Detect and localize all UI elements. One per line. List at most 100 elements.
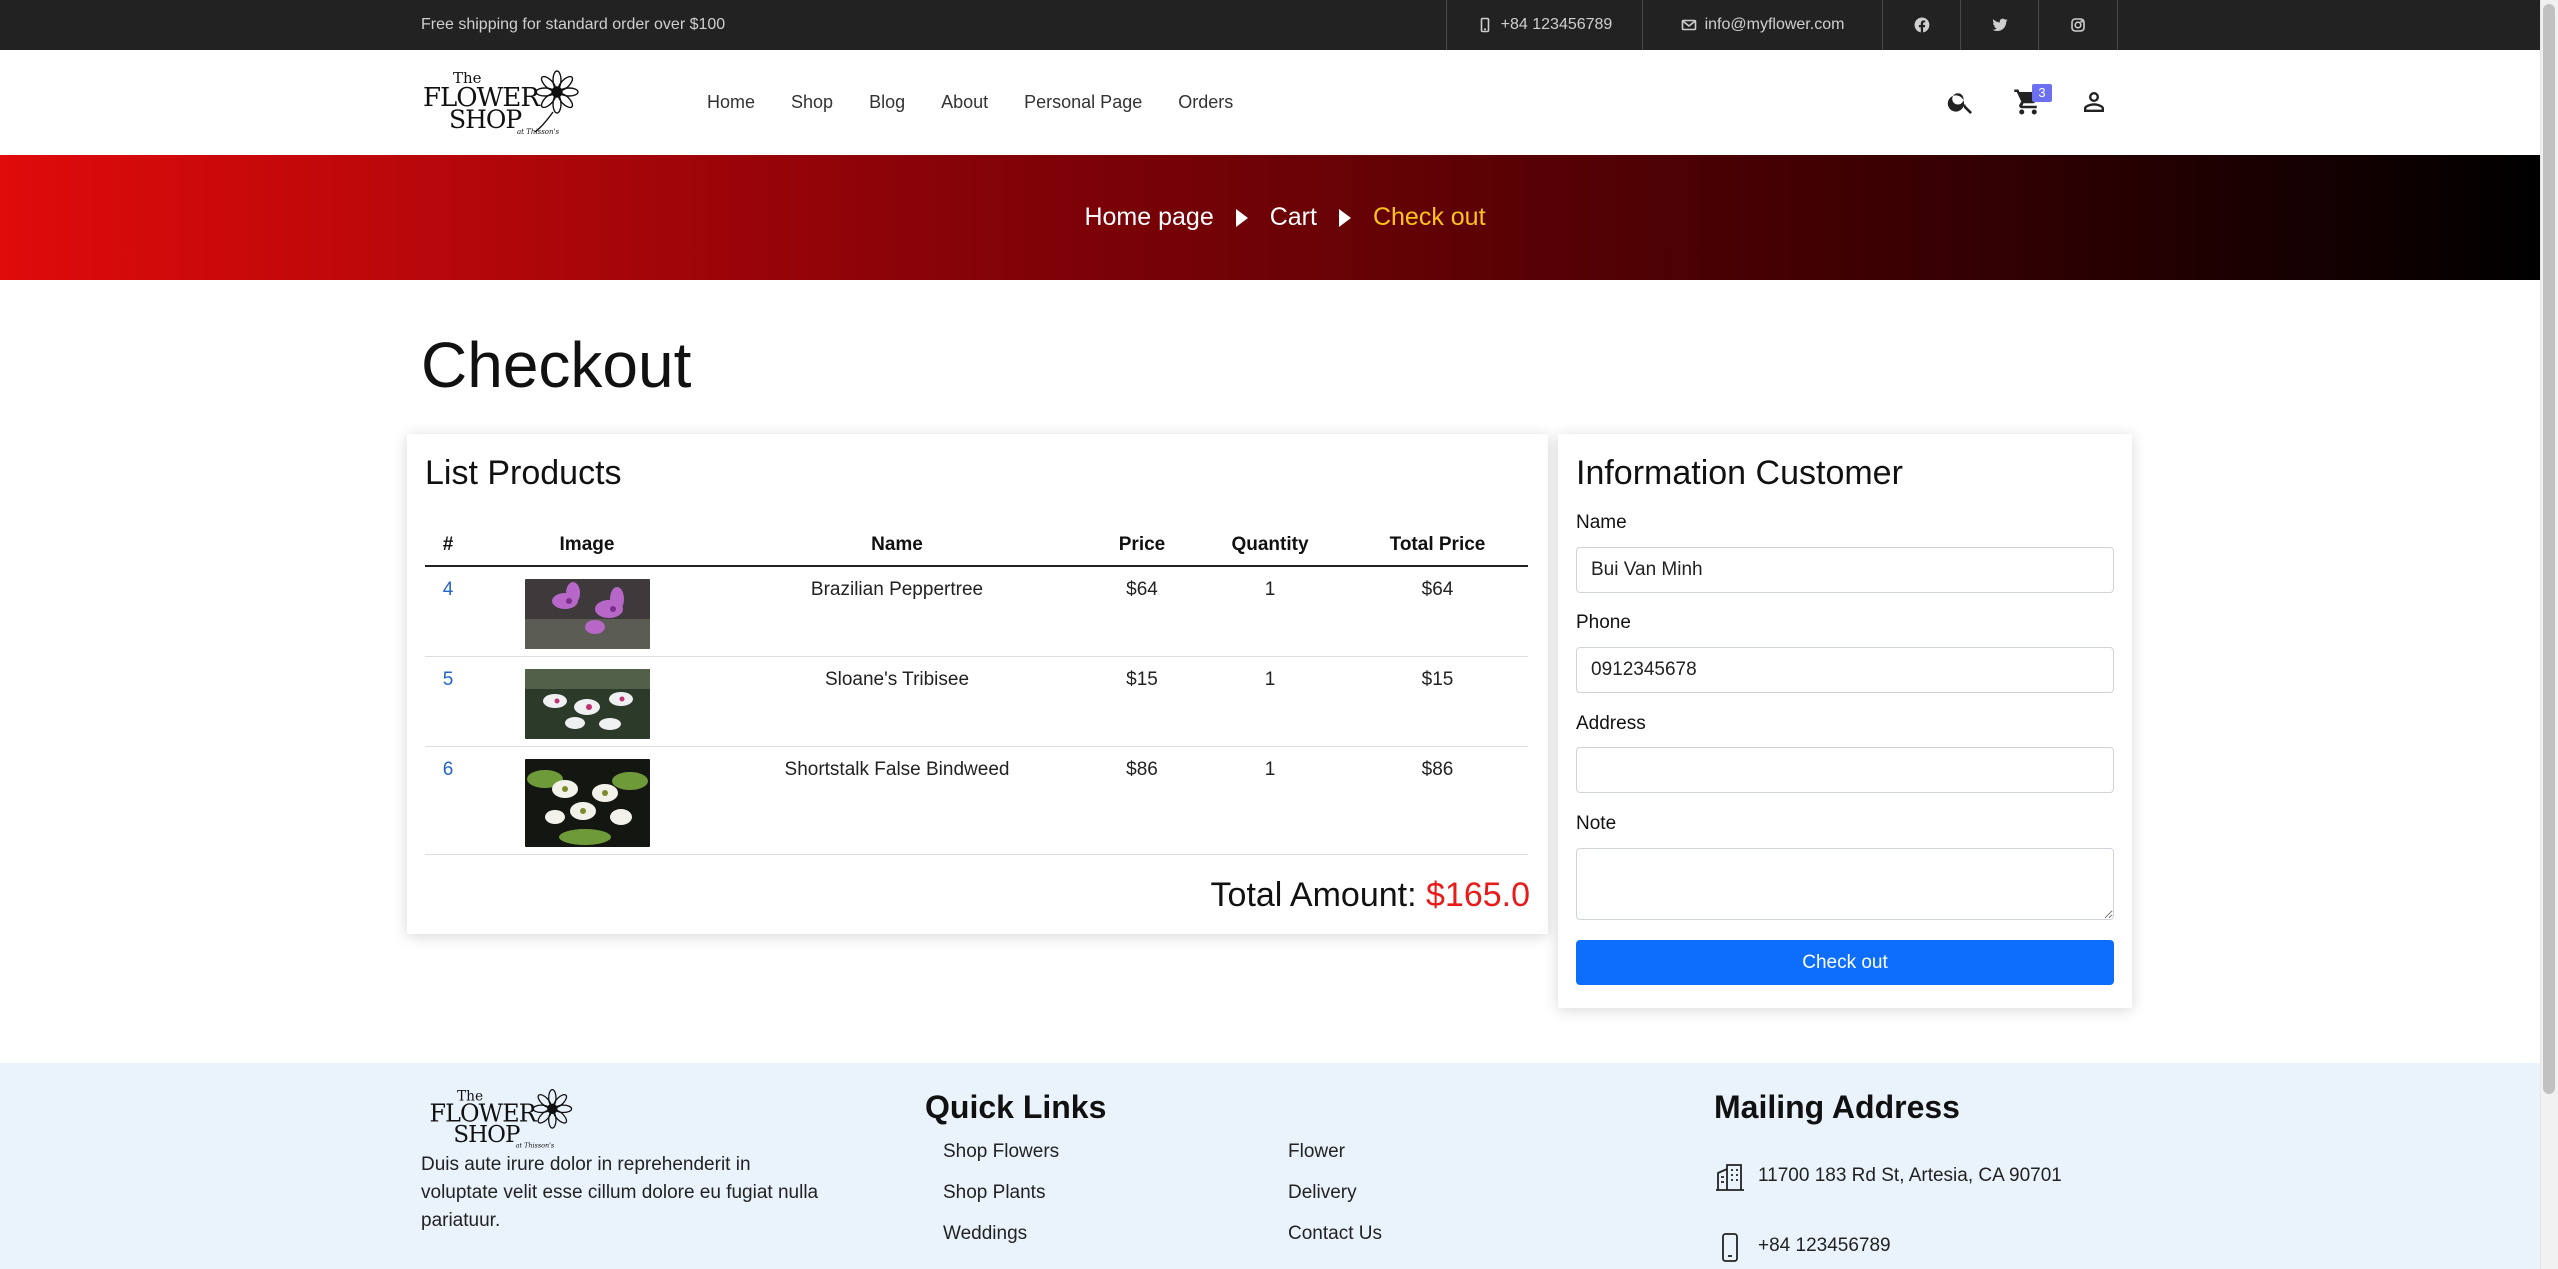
row-name: Brazilian Peppertree [703, 566, 1091, 657]
nav-home[interactable]: Home [707, 92, 755, 113]
products-table: # Image Name Price Quantity Total Price … [425, 524, 1528, 855]
building-icon [1714, 1161, 1746, 1193]
nav-personal-page[interactable]: Personal Page [1024, 92, 1142, 113]
daisy-icon [532, 1088, 573, 1129]
breadcrumb-banner: Home page Cart Check out [0, 155, 2540, 280]
account-button[interactable] [2074, 82, 2114, 122]
nav-shop[interactable]: Shop [791, 92, 833, 113]
footer-phone: +84 123456789 [1758, 1235, 1891, 1256]
shipping-notice: Free shipping for standard order over $1… [421, 16, 726, 33]
footer-link-weddings[interactable]: Weddings [943, 1223, 1027, 1245]
row-name: Sloane's Tribisee [703, 656, 1091, 747]
topbar-phone-text: +84 123456789 [1500, 16, 1613, 33]
twitter-icon [1992, 18, 2007, 32]
phone-label: Phone [1576, 612, 1631, 633]
logo-line-3: SHOP [449, 105, 521, 134]
footer-link-contact-us[interactable]: Contact Us [1288, 1223, 1382, 1245]
phone-input[interactable] [1576, 647, 2114, 693]
mailing-address-title: Mailing Address [1714, 1089, 1960, 1125]
address-input[interactable] [1576, 747, 2114, 793]
row-name: Shortstalk False Bindweed [703, 746, 1091, 855]
footer-logo-line-4: at Thisson's [516, 1141, 555, 1149]
row-image-cell [471, 746, 703, 855]
footer-logo[interactable]: The FLOWER SHOP at Thisson's [421, 1085, 581, 1151]
row-total: $64 [1347, 566, 1528, 657]
site-header: The FLOWER SHOP at Thisson's Home Shop B… [0, 50, 2540, 155]
name-input[interactable] [1576, 547, 2114, 593]
col-price: Price [1091, 524, 1193, 567]
total-amount-label: Total Amount: [1210, 876, 1417, 914]
row-image-cell [471, 566, 703, 657]
footer-link-shop-plants[interactable]: Shop Plants [943, 1182, 1045, 1204]
breadcrumb: Home page Cart Check out [1084, 203, 1485, 232]
note-textarea[interactable] [1576, 848, 2114, 920]
products-heading: List Products [425, 454, 622, 492]
instagram-link[interactable] [2038, 0, 2117, 50]
footer-description: Duis aute irure dolor in reprehenderit i… [421, 1154, 819, 1231]
facebook-link[interactable] [1882, 0, 1960, 50]
breadcrumb-home[interactable]: Home page [1084, 203, 1213, 232]
search-button[interactable] [1941, 82, 1981, 122]
col-total-price: Total Price [1347, 524, 1528, 567]
main-nav: Home Shop Blog About Personal Page Order… [707, 50, 1269, 155]
col-id: # [425, 524, 471, 567]
row-price: $86 [1091, 746, 1193, 855]
row-id[interactable]: 5 [425, 656, 471, 747]
breadcrumb-arrow-icon [1338, 208, 1351, 227]
flower-shop-logo[interactable]: The FLOWER SHOP at Thisson's [421, 66, 581, 138]
name-label: Name [1576, 512, 1627, 533]
footer-link-delivery[interactable]: Delivery [1288, 1182, 1357, 1204]
breadcrumb-current: Check out [1372, 203, 1486, 231]
scrollbar-thumb[interactable] [2543, 4, 2555, 1094]
row-total: $86 [1347, 746, 1528, 855]
cart-button[interactable]: 3 [2008, 82, 2052, 122]
nav-about[interactable]: About [941, 92, 988, 113]
topbar-phone[interactable]: +84 123456789 [1446, 0, 1642, 50]
user-icon [2084, 92, 2104, 112]
topbar-email[interactable]: info@myflower.com [1642, 0, 1882, 50]
nav-orders[interactable]: Orders [1178, 92, 1233, 113]
breadcrumb-cart[interactable]: Cart [1270, 203, 1317, 232]
customer-info-card: Information Customer Name Phone Address … [1558, 434, 2132, 1008]
row-quantity: 1 [1193, 656, 1347, 747]
footer-link-shop-flowers[interactable]: Shop Flowers [943, 1141, 1059, 1163]
product-image [524, 579, 650, 649]
nav-blog[interactable]: Blog [869, 92, 905, 113]
table-row: 4 Brazilian Peppertree $64 1 $64 [425, 566, 1528, 657]
customer-heading: Information Customer [1576, 454, 1903, 492]
table-row: 5 Sloane's Tribisee $15 1 $15 [425, 656, 1528, 747]
checkout-button[interactable]: Check out [1576, 940, 2114, 985]
note-label: Note [1576, 813, 1617, 834]
footer-logo-line-3: SHOP [453, 1122, 520, 1148]
row-id[interactable]: 4 [425, 566, 471, 657]
product-image [524, 668, 650, 739]
row-price: $64 [1091, 566, 1193, 657]
phone-icon [1714, 1231, 1746, 1263]
footer-link-flower[interactable]: Flower [1288, 1141, 1345, 1163]
row-image-cell [471, 656, 703, 747]
breadcrumb-arrow-icon [1235, 208, 1248, 227]
product-image [524, 758, 650, 847]
products-card: List Products # Image Name Price Quantit… [407, 434, 1548, 934]
site-footer: The FLOWER SHOP at Thisson's Duis aute i… [0, 1063, 2540, 1269]
row-quantity: 1 [1193, 566, 1347, 657]
total-amount-value: $165.0 [1426, 876, 1530, 914]
table-row: 6 Shortstalk False Bindweed $86 1 $86 [425, 746, 1528, 855]
row-total: $15 [1347, 656, 1528, 747]
cart-count-badge: 3 [2032, 84, 2052, 102]
address-label: Address [1576, 713, 1646, 734]
row-id[interactable]: 6 [425, 746, 471, 855]
col-name: Name [703, 524, 1091, 567]
top-bar: Free shipping for standard order over $1… [0, 0, 2540, 50]
topbar-email-text: info@myflower.com [1704, 16, 1845, 33]
footer-address: 11700 183 Rd St, Artesia, CA 90701 [1758, 1165, 2062, 1186]
phone-icon [1480, 17, 1489, 33]
page-title: Checkout [421, 329, 692, 401]
quick-links-title: Quick Links [925, 1089, 1107, 1125]
topbar-divider [2117, 0, 2118, 50]
twitter-link[interactable] [1960, 0, 2038, 50]
row-quantity: 1 [1193, 746, 1347, 855]
col-quantity: Quantity [1193, 524, 1347, 567]
col-image: Image [471, 524, 703, 567]
instagram-icon [2071, 18, 2085, 32]
